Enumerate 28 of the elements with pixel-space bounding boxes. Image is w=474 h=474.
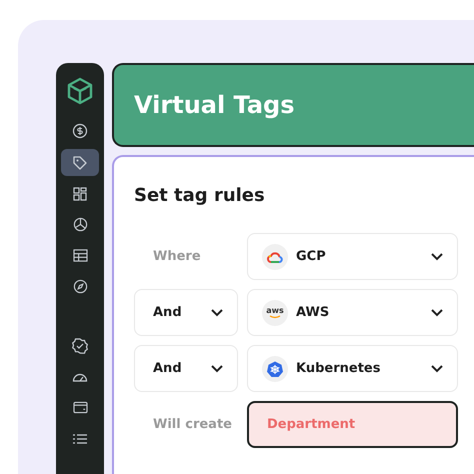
cloud-icon — [267, 250, 283, 262]
operator-select[interactable]: And — [134, 345, 238, 392]
compass-icon — [72, 279, 88, 294]
wallet-icon — [72, 401, 88, 414]
source-select[interactable]: GCP — [247, 233, 458, 280]
grid-icon — [73, 186, 87, 200]
helm-wheel-icon — [267, 360, 283, 376]
card-title: Set tag rules — [134, 185, 266, 206]
rule-label: Where — [152, 249, 202, 264]
source-select[interactable]: Kubernetes — [247, 345, 458, 392]
source-select[interactable]: aws AWS — [247, 289, 458, 336]
logo-badge: aws — [262, 300, 288, 326]
chevron-down-icon — [211, 308, 223, 316]
chevron-down-icon — [431, 364, 443, 372]
page-title: Virtual Tags — [134, 91, 294, 119]
badge-check-icon — [72, 338, 88, 354]
chevron-down-icon — [211, 364, 223, 372]
sidebar-item[interactable] — [61, 149, 99, 176]
rule-label: Will create — [152, 417, 233, 432]
tag-icon — [72, 154, 88, 170]
chevron-down-icon — [431, 252, 443, 260]
cube-logo-icon — [66, 77, 94, 105]
chevron-down-icon — [431, 308, 443, 316]
pie-chart-icon — [72, 217, 88, 232]
table-icon — [72, 249, 88, 262]
list-icon — [73, 432, 87, 444]
dollar-icon — [72, 122, 88, 138]
operator-select[interactable]: And — [134, 289, 238, 336]
